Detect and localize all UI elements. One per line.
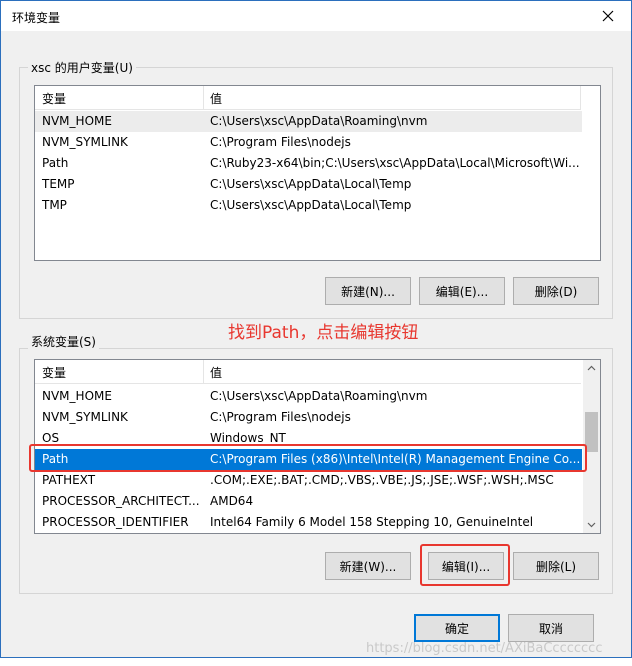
variable-name: NVM_SYMLINK (42, 410, 128, 424)
variable-value: C:\Users\xsc\AppData\Local\Temp (210, 198, 412, 212)
variable-name: NVM_SYMLINK (42, 135, 128, 149)
column-divider[interactable] (203, 86, 204, 110)
table-row[interactable]: NVM_SYMLINK C:\Program Files\nodejs (35, 132, 582, 153)
column-header-value[interactable]: 值 (210, 364, 222, 381)
user-delete-button[interactable]: 删除(D) (513, 277, 599, 305)
variable-value: C:\Program Files\nodejs (210, 135, 351, 149)
table-row[interactable]: PATHEXT .COM;.EXE;.BAT;.CMD;.VBS;.VBE;.J… (35, 470, 582, 491)
watermark: https://blog.csdn.net/AXiBaCccccccc (366, 641, 603, 656)
ok-button[interactable]: 确定 (414, 614, 500, 642)
table-row[interactable]: NVM_HOME C:\Users\xsc\AppData\Roaming\nv… (35, 111, 582, 132)
annotation-text: 找到Path，点击编辑按钮 (228, 323, 419, 343)
variable-value: C:\Users\xsc\AppData\Local\Temp (210, 177, 412, 191)
table-row[interactable]: Path C:\Ruby23-x64\bin;C:\Users\xsc\AppD… (35, 153, 600, 174)
edit-button-highlight-box (420, 544, 510, 586)
system-delete-button[interactable]: 删除(L) (513, 552, 599, 580)
title-bar: 环境变量 (1, 1, 631, 31)
user-new-button[interactable]: 新建(N)... (325, 277, 411, 305)
variable-value: .COM;.EXE;.BAT;.CMD;.VBS;.VBE;.JS;.JSE;.… (210, 473, 554, 487)
column-divider[interactable] (580, 86, 581, 110)
cancel-button[interactable]: 取消 (508, 614, 594, 642)
table-row[interactable]: PROCESSOR_ARCHITECT... AMD64 (35, 491, 582, 512)
variable-value: C:\Ruby23-x64\bin;C:\Users\xsc\AppData\L… (210, 156, 580, 170)
table-row[interactable]: TMP C:\Users\xsc\AppData\Local\Temp (35, 195, 582, 216)
system-variables-label: 系统变量(S) (28, 333, 99, 350)
variable-name: NVM_HOME (42, 114, 112, 128)
table-row[interactable]: PROCESSOR_IDENTIFIER Intel64 Family 6 Mo… (35, 512, 582, 533)
close-button[interactable] (585, 1, 631, 31)
user-variables-list[interactable]: 变量 值 NVM_HOME C:\Users\xsc\AppData\Roami… (34, 85, 601, 261)
system-new-button[interactable]: 新建(W)... (325, 552, 411, 580)
scroll-down-icon[interactable] (583, 516, 600, 533)
variable-value: AMD64 (210, 494, 254, 508)
variable-name: PATHEXT (42, 473, 96, 487)
table-row[interactable]: TEMP C:\Users\xsc\AppData\Local\Temp (35, 174, 582, 195)
variable-value: C:\Program Files\nodejs (210, 410, 351, 424)
variable-name: TMP (42, 198, 67, 212)
table-row[interactable]: NVM_SYMLINK C:\Program Files\nodejs (35, 407, 582, 428)
path-highlight-box (29, 444, 587, 472)
column-header-value[interactable]: 值 (210, 90, 222, 107)
user-variables-label: xsc 的用户变量(U) (28, 59, 136, 76)
variable-value: C:\Users\xsc\AppData\Roaming\nvm (210, 389, 428, 403)
column-header-variable[interactable]: 变量 (42, 90, 66, 107)
list-header: 变量 值 (35, 86, 581, 110)
table-row[interactable]: NVM_HOME C:\Users\xsc\AppData\Roaming\nv… (35, 386, 582, 407)
variable-name: Path (42, 156, 69, 170)
environment-variables-dialog: 环境变量 xsc 的用户变量(U) 变量 值 NVM_HOME C:\Users… (0, 0, 632, 658)
close-icon (602, 10, 614, 22)
window-title: 环境变量 (12, 11, 61, 25)
column-header-variable[interactable]: 变量 (42, 364, 66, 381)
variable-name: NVM_HOME (42, 389, 112, 403)
variable-name: PROCESSOR_ARCHITECT... (42, 494, 200, 508)
list-header: 变量 值 (35, 360, 581, 384)
column-divider[interactable] (203, 360, 204, 384)
variable-name: TEMP (42, 177, 75, 191)
user-edit-button[interactable]: 编辑(E)... (419, 277, 505, 305)
variable-value: Intel64 Family 6 Model 158 Stepping 10, … (210, 515, 534, 529)
scroll-up-icon[interactable] (583, 360, 600, 377)
variable-value: C:\Users\xsc\AppData\Roaming\nvm (210, 114, 428, 128)
variable-name: PROCESSOR_IDENTIFIER (42, 515, 189, 529)
